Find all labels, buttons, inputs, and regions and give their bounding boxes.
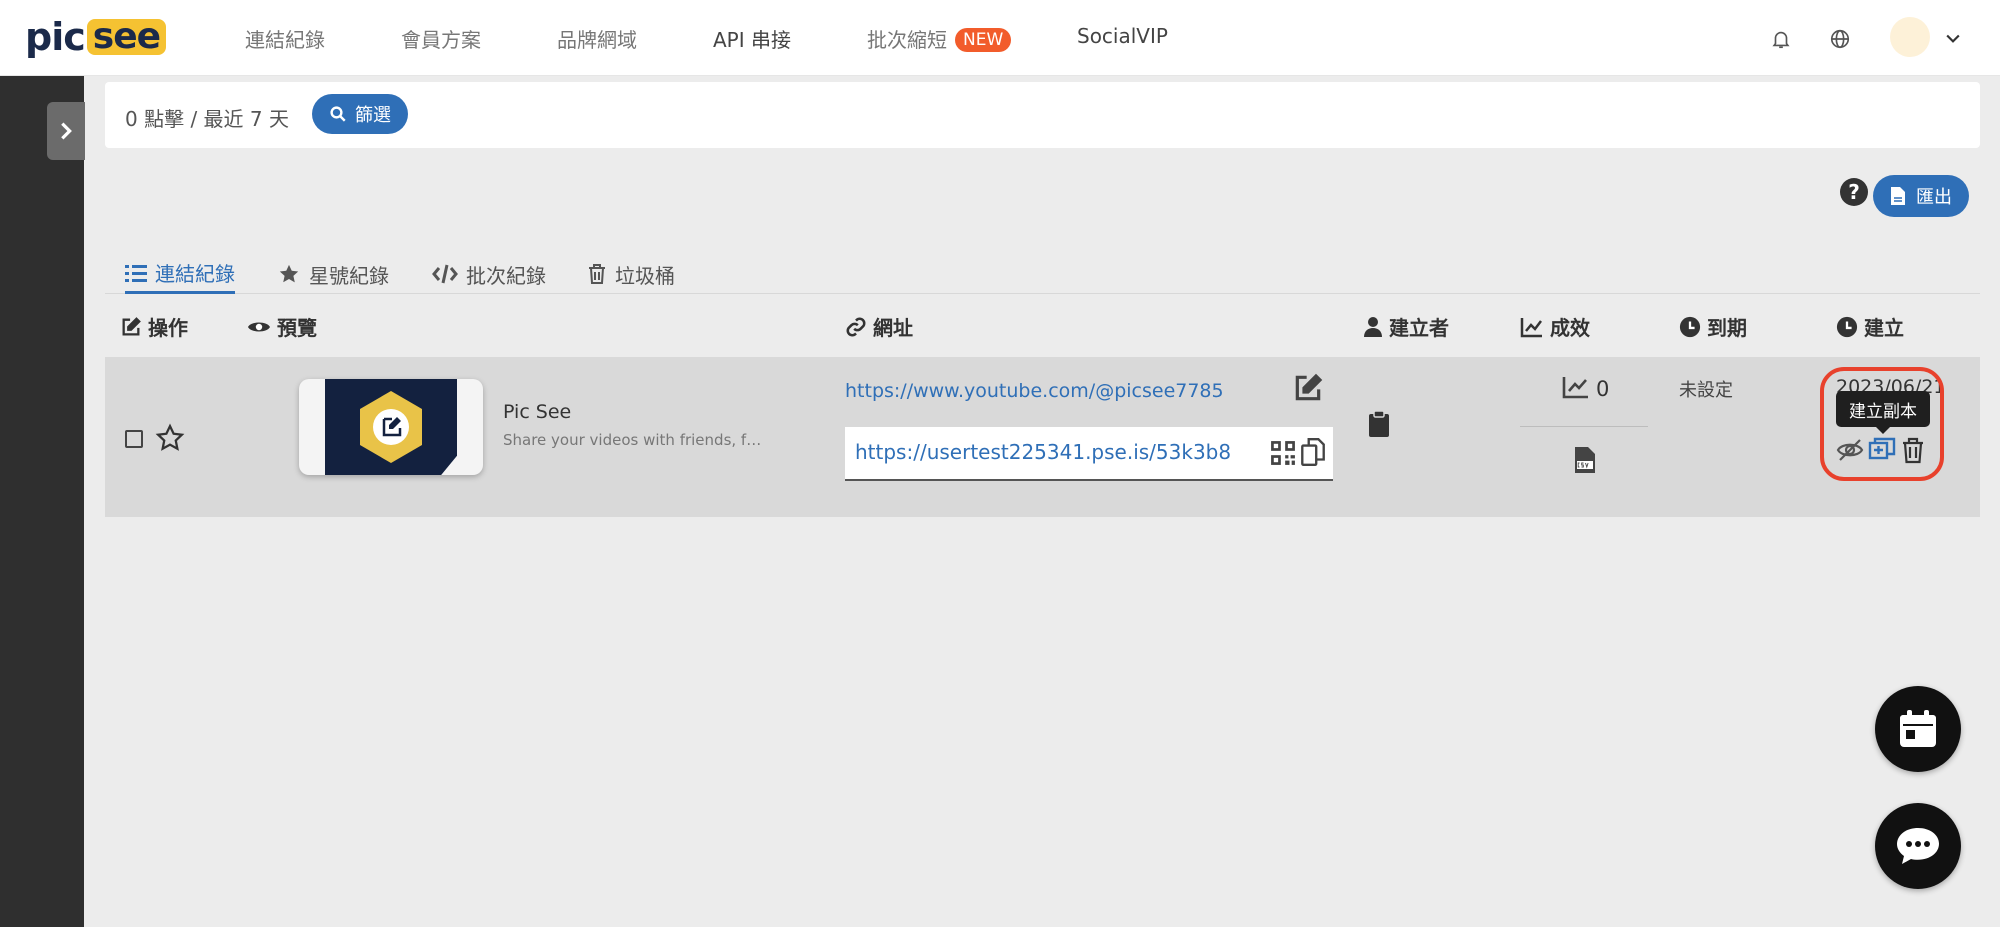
qr-code-icon[interactable] — [1270, 440, 1296, 466]
expiry-value: 未設定 — [1679, 380, 1733, 401]
record-tabs: 連結紀錄 星號紀錄 批次紀錄 垃圾桶 — [105, 248, 1980, 294]
tab-label: 星號紀錄 — [309, 263, 389, 288]
new-badge: NEW — [955, 28, 1012, 52]
link-icon — [846, 316, 866, 337]
nav-link-brand-domain[interactable]: 品牌網域 — [557, 24, 637, 53]
export-button[interactable]: 匯出 — [1873, 175, 1969, 217]
logo-text-see: see — [86, 19, 167, 55]
tooltip: 建立副本 — [1836, 391, 1930, 427]
chat-button[interactable] — [1875, 803, 1961, 889]
preview-title: Pic See — [503, 401, 572, 423]
nav-link-plans[interactable]: 會員方案 — [401, 24, 481, 53]
trash-icon[interactable] — [1899, 436, 1927, 464]
click-summary: 0 點擊 / 最近 7 天 — [125, 107, 289, 131]
tooltip-arrow — [1876, 427, 1890, 434]
column-header-label: 網址 — [873, 316, 913, 340]
column-header-label: 到期 — [1707, 316, 1747, 340]
duplicate-icon[interactable] — [1868, 436, 1896, 464]
clipboard-icon[interactable] — [1368, 410, 1390, 438]
row-select-checkbox[interactable] — [125, 430, 143, 448]
column-header-label: 建立者 — [1389, 316, 1449, 340]
clock-icon — [1836, 316, 1858, 337]
column-header-expiry: 到期 — [1679, 312, 1747, 341]
eye-icon — [248, 322, 270, 331]
column-header-preview: 預覽 — [247, 312, 317, 341]
filter-button-label: 篩選 — [355, 105, 391, 126]
export-button-label: 匯出 — [1916, 187, 1952, 208]
tab-label: 垃圾桶 — [615, 263, 675, 288]
globe-icon[interactable] — [1829, 28, 1851, 50]
file-export-icon — [1891, 187, 1905, 205]
picsee-logo[interactable]: pic see — [25, 15, 167, 59]
nav-link-batch-shorten[interactable]: 批次縮短 NEW — [867, 24, 1012, 53]
link-preview-thumbnail[interactable] — [299, 379, 483, 475]
csv-file-icon[interactable] — [1574, 446, 1596, 474]
sidebar — [0, 76, 84, 927]
short-url-field[interactable]: https://usertest225341.pse.is/53k3b8 — [845, 427, 1333, 481]
user-icon — [1364, 316, 1382, 337]
chat-bubble-icon — [1897, 828, 1939, 864]
nav-link-api[interactable]: API 串接 — [713, 24, 791, 53]
tab-trash[interactable]: 垃圾桶 — [587, 254, 675, 294]
filter-bar: 0 點擊 / 最近 7 天 篩選 — [105, 82, 1980, 148]
calendar-icon — [1900, 710, 1936, 747]
chevron-right-icon — [61, 122, 72, 140]
calendar-button[interactable] — [1875, 686, 1961, 772]
line-chart-icon — [1520, 317, 1542, 337]
chevron-down-icon[interactable] — [1943, 28, 1963, 48]
clock-icon — [1679, 316, 1701, 337]
divider — [1520, 426, 1648, 427]
help-icon[interactable]: ? — [1840, 178, 1868, 206]
list-icon — [125, 264, 147, 282]
nav-link-socialvip[interactable]: SocialVIP — [1077, 24, 1168, 48]
original-url-link[interactable]: https://www.youtube.com/@picsee7785 — [845, 380, 1224, 402]
tab-link-records[interactable]: 連結紀錄 — [125, 254, 235, 294]
preview-description: Share your videos with friends, family..… — [503, 431, 763, 449]
column-header-label: 操作 — [148, 316, 188, 340]
star-icon — [279, 264, 299, 283]
column-header-url: 網址 — [845, 312, 913, 341]
line-chart-icon[interactable] — [1562, 375, 1590, 399]
column-header-performance: 成效 — [1520, 312, 1590, 341]
nav-link-records[interactable]: 連結紀錄 — [245, 24, 325, 53]
edit-icon — [122, 316, 141, 335]
column-header-created: 建立 — [1836, 312, 1904, 341]
column-header-creator: 建立者 — [1363, 312, 1449, 341]
column-header-label: 預覽 — [277, 316, 317, 340]
edit-url-icon[interactable] — [1292, 372, 1324, 404]
column-header-label: 成效 — [1550, 316, 1590, 340]
code-icon — [432, 264, 458, 284]
filter-button[interactable]: 篩選 — [312, 94, 408, 134]
column-header-label: 建立 — [1864, 316, 1904, 340]
column-header-action: 操作 — [120, 312, 188, 341]
star-outline-icon[interactable] — [155, 423, 185, 453]
tab-label: 批次紀錄 — [466, 263, 546, 288]
search-icon — [330, 106, 346, 122]
tab-label: 連結紀錄 — [155, 262, 235, 286]
top-navigation-bar: pic see 連結紀錄 會員方案 品牌網域 API 串接 批次縮短 NEW So… — [0, 0, 2000, 76]
copy-icon[interactable] — [1300, 437, 1326, 467]
tab-batch[interactable]: 批次紀錄 — [432, 254, 546, 294]
trash-icon — [589, 264, 605, 284]
eye-slash-icon[interactable] — [1836, 436, 1864, 464]
bell-icon[interactable] — [1770, 28, 1792, 50]
logo-text-pic: pic — [25, 15, 86, 59]
click-count: 0 — [1596, 377, 1610, 401]
nav-link-batch-shorten-label: 批次縮短 — [867, 28, 947, 52]
tab-starred[interactable]: 星號紀錄 — [277, 254, 389, 294]
short-url-text: https://usertest225341.pse.is/53k3b8 — [855, 440, 1232, 464]
hexagon-logo-icon — [360, 391, 422, 463]
sidebar-toggle-button[interactable] — [47, 102, 85, 160]
avatar[interactable] — [1890, 17, 1930, 57]
